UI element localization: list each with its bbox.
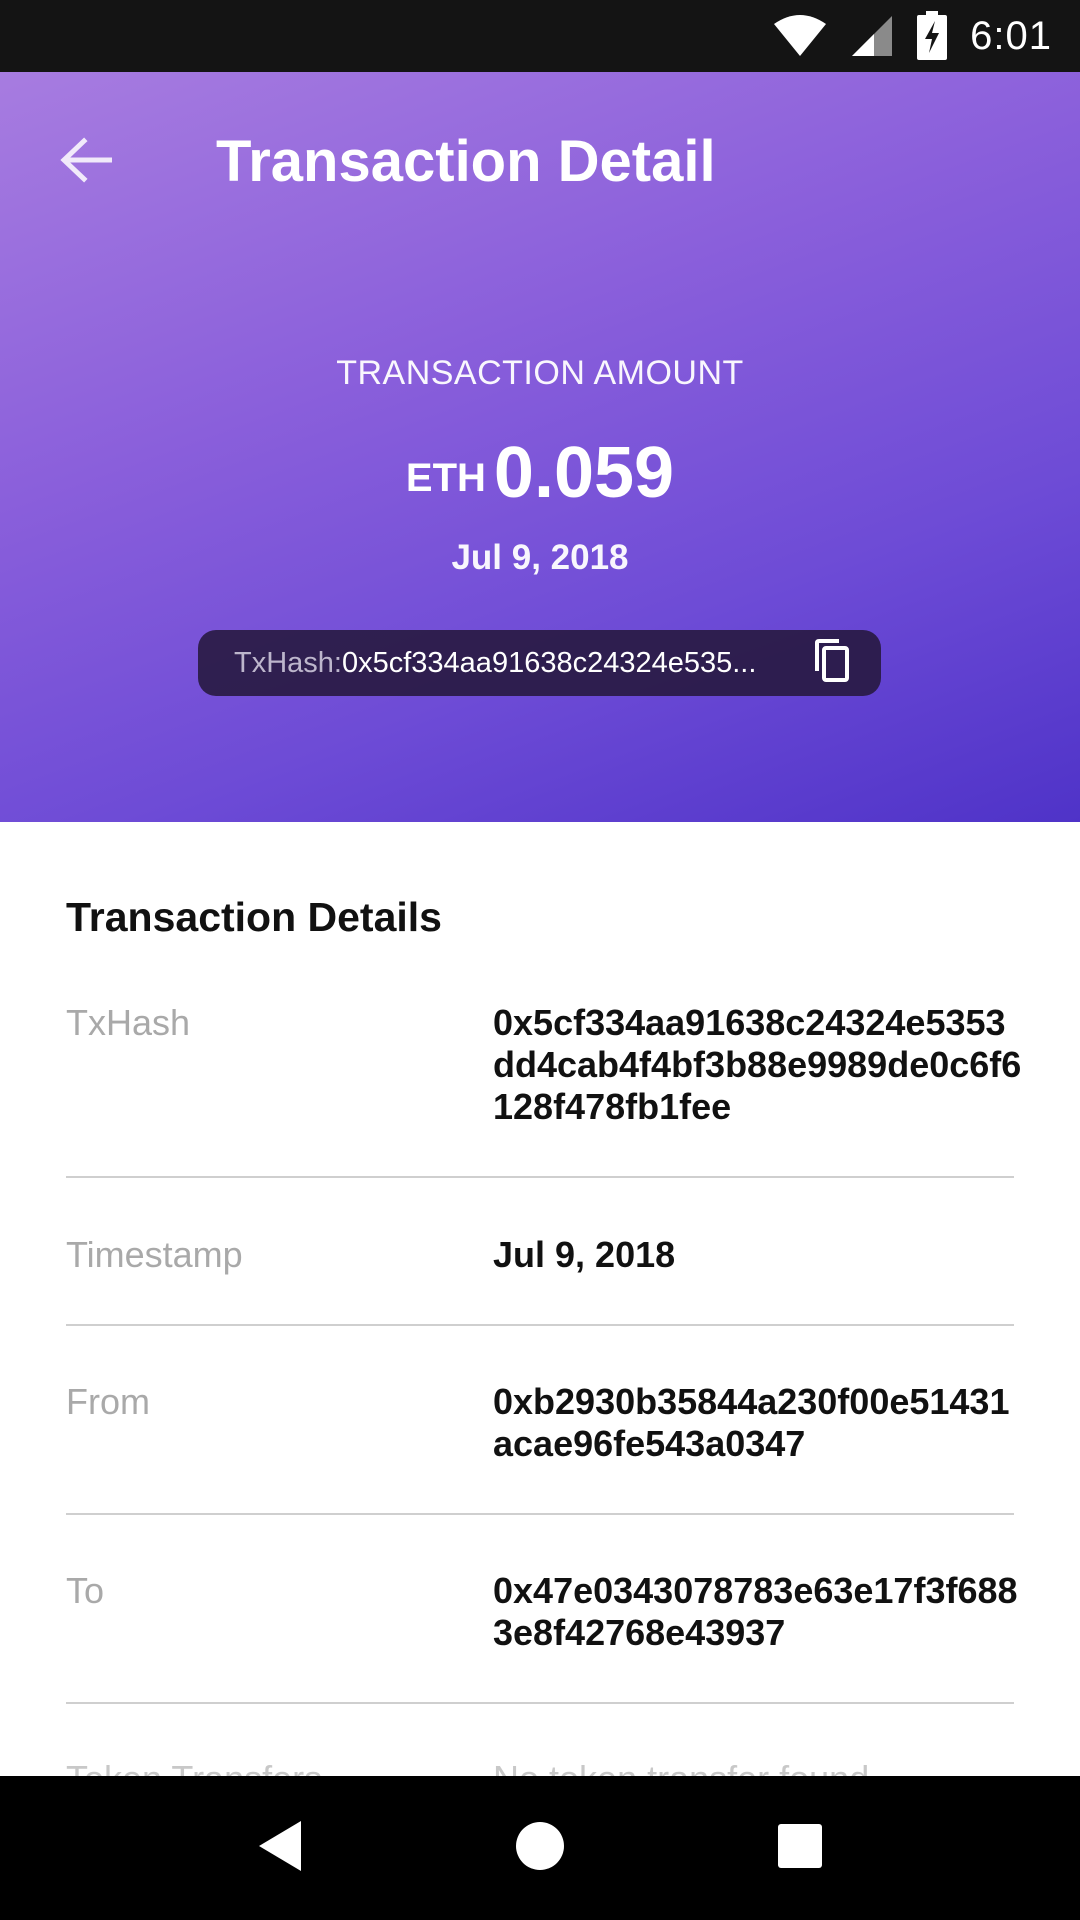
amount: ETH 0.059 <box>0 432 1080 514</box>
amount-date: Jul 9, 2018 <box>451 538 629 577</box>
amount-label: TRANSACTION AMOUNT <box>336 354 744 392</box>
copy-icon <box>811 638 851 688</box>
system-nav-bar <box>0 1776 1080 1920</box>
toolbar: Transaction Detail <box>0 72 1080 244</box>
transaction-hero: Transaction Detail TRANSACTION AMOUNT ET… <box>0 72 1080 822</box>
nav-home-button[interactable] <box>490 1798 590 1898</box>
details-title: Transaction Details <box>66 894 442 940</box>
nav-back-button[interactable] <box>230 1798 330 1898</box>
arrow-left-icon <box>60 136 113 188</box>
detail-value[interactable]: 0x5cf334aa91638c24324e5353dd4cab4f4bf3b8… <box>493 1002 1023 1128</box>
status-bar: 6:01 <box>0 0 1080 72</box>
page-title: Transaction Detail <box>216 129 716 194</box>
txhash-pill-label: TxHash: <box>234 646 342 679</box>
detail-label: Timestamp <box>66 1234 243 1275</box>
copy-txhash-button[interactable] <box>805 637 857 689</box>
detail-row-timestamp: Timestamp Jul 9, 2018 <box>66 1234 1014 1326</box>
detail-label: TxHash <box>66 1002 191 1043</box>
detail-label: To <box>66 1570 105 1611</box>
detail-row-txhash: TxHash 0x5cf334aa91638c24324e5353dd4cab4… <box>66 1002 1021 1178</box>
recents-square-icon <box>777 1823 823 1874</box>
home-circle-icon <box>515 1821 565 1876</box>
screen: 6:01 Transaction Detail TRANSACTION AMOU… <box>0 0 1080 1920</box>
amount-unit: ETH <box>405 456 486 500</box>
battery-charging-icon <box>916 11 948 61</box>
detail-row-from: From 0xb2930b35844a230f00e51431acae96fe5… <box>66 1381 1014 1515</box>
txhash-pill: TxHash: 0x5cf334aa91638c24324e535... <box>198 630 881 696</box>
txhash-pill-value: 0x5cf334aa91638c24324e535... <box>341 646 757 679</box>
detail-row-to: To 0x47e0343078783e63e17f3f6883e8f42768e… <box>66 1570 1018 1704</box>
wifi-icon <box>772 14 828 58</box>
back-button[interactable] <box>46 122 126 202</box>
detail-value[interactable]: 0xb2930b35844a230f00e51431acae96fe543a03… <box>493 1381 1023 1465</box>
back-triangle-icon <box>255 1819 305 1878</box>
cell-signal-icon <box>850 14 894 58</box>
detail-label: From <box>66 1381 150 1422</box>
detail-value: Jul 9, 2018 <box>493 1234 676 1275</box>
detail-value[interactable]: 0x47e0343078783e63e17f3f6883e8f42768e439… <box>493 1570 1023 1654</box>
amount-value: 0.059 <box>493 433 675 513</box>
status-time: 6:01 <box>970 13 1052 58</box>
nav-recents-button[interactable] <box>750 1798 850 1898</box>
